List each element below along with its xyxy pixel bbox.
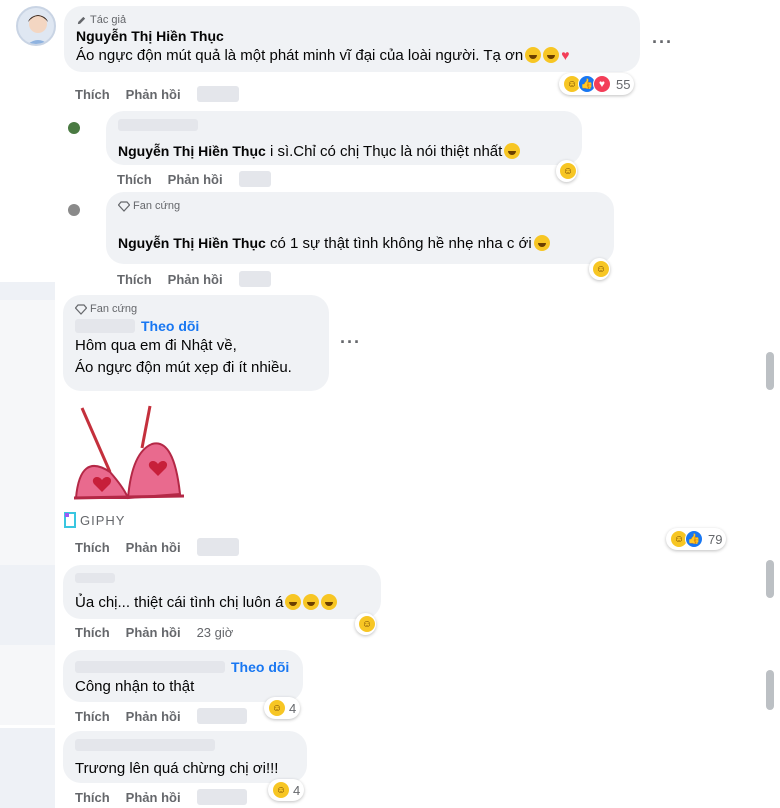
reaction-summary[interactable]: ☺ [556, 160, 577, 182]
sidebar-panel [0, 565, 55, 645]
timestamp-redacted [196, 86, 239, 102]
gif-image[interactable] [70, 402, 190, 506]
like-button[interactable]: Thích [117, 272, 152, 287]
more-icon[interactable]: ··· [652, 32, 673, 53]
name-redacted [118, 119, 198, 131]
reply-button[interactable]: Phản hồi [126, 625, 181, 640]
name-redacted [75, 573, 115, 583]
reaction-count: 79 [708, 531, 723, 547]
follow-button[interactable]: Theo dõi [231, 659, 289, 675]
like-button[interactable]: Thích [75, 540, 110, 555]
reaction-count: 55 [616, 76, 631, 92]
author-badge: Tác giả [76, 14, 628, 26]
comment-text-line: Áo ngực độn mút xẹp đi ít nhiều. [75, 359, 292, 376]
reaction-summary[interactable]: ☺ [355, 613, 376, 635]
smile-emoji [543, 47, 560, 63]
reaction-summary[interactable]: ☺ [589, 258, 610, 280]
giphy-icon [64, 512, 76, 528]
name-redacted [75, 661, 225, 673]
comment-text: Nguyễn Thị Hiền Thục có 1 sự thật tình k… [118, 232, 602, 255]
reply-button[interactable]: Phản hồi [168, 172, 223, 187]
giphy-label: GIPHY [80, 512, 126, 528]
reply-button[interactable]: Phản hồi [126, 87, 181, 102]
timestamp-redacted [238, 271, 271, 287]
avatar[interactable] [68, 122, 80, 134]
haha-icon: ☺ [268, 699, 286, 717]
comment-author[interactable]: Nguyễn Thị Hiền Thục [76, 28, 628, 44]
reaction-count: 4 [293, 782, 301, 798]
scrollbar-thumb[interactable] [766, 670, 774, 710]
haha-icon: ☺ [358, 615, 376, 633]
reaction-summary[interactable]: ☺ 👍 ♥ 55 [559, 73, 635, 95]
diamond-icon [118, 200, 130, 212]
rofl-emoji [504, 143, 521, 159]
badge-label: Fan cứng [90, 303, 138, 315]
avatar[interactable] [68, 204, 80, 216]
comment-bubble: Theo dõi Công nhận to thật [63, 650, 303, 702]
timestamp-redacted [196, 708, 247, 724]
reply-button[interactable]: Phản hồi [126, 540, 181, 555]
comment-text: Nguyễn Thị Hiền Thục i sì.Chỉ có chị Thụ… [118, 140, 570, 163]
reply-button[interactable]: Phản hồi [126, 790, 181, 805]
heart-eyes-emoji [525, 47, 542, 63]
reaction-summary[interactable]: ☺ 4 [264, 697, 301, 719]
timestamp-redacted [196, 538, 239, 556]
scrollbar-thumb[interactable] [766, 560, 774, 598]
like-button[interactable]: Thích [75, 790, 110, 805]
comment-bubble: Nguyễn Thị Hiền Thục i sì.Chỉ có chị Thụ… [106, 111, 582, 165]
comment-text: Ủa chị... thiệt cái tình chị luôn á [75, 592, 369, 614]
laugh-emoji [285, 594, 302, 610]
avatar-image [28, 15, 48, 44]
more-icon[interactable]: ··· [340, 332, 361, 353]
like-button[interactable]: Thích [75, 87, 110, 102]
fan-badge: Fan cứng [118, 200, 602, 212]
mentioned-author[interactable]: Nguyễn Thị Hiền Thục [118, 143, 266, 159]
comment-bubble: Fan cứng Theo dõi Hôm qua em đi Nhật về,… [63, 295, 329, 391]
name-redacted [75, 319, 135, 333]
sidebar-panel [0, 300, 55, 565]
comment-text-line: Hôm qua em đi Nhật về, [75, 337, 237, 354]
timestamp-redacted [238, 171, 271, 187]
heart-emoji: ♥ [561, 47, 570, 63]
haha-icon: ☺ [272, 781, 290, 799]
laugh-emoji [303, 594, 320, 610]
avatar[interactable] [16, 6, 56, 46]
reaction-summary[interactable]: ☺ 👍 79 [666, 528, 727, 550]
mentioned-author[interactable]: Nguyễn Thị Hiền Thục [118, 235, 266, 251]
like-icon: 👍 [685, 530, 703, 548]
comment-bubble: Fan cứng Nguyễn Thị Hiền Thục có 1 sự th… [106, 192, 614, 264]
haha-icon: ☺ [592, 260, 610, 278]
like-button[interactable]: Thích [75, 625, 110, 640]
comment-text: Áo ngực độn mút quả là một phát minh vĩ … [76, 47, 570, 64]
badge-label: Tác giả [90, 14, 127, 26]
giphy-attribution[interactable]: GIPHY [64, 512, 125, 528]
reply-button[interactable]: Phản hồi [168, 272, 223, 287]
like-button[interactable]: Thích [75, 709, 110, 724]
follow-button[interactable]: Theo dõi [141, 318, 199, 334]
reply-button[interactable]: Phản hồi [126, 709, 181, 724]
comment-timestamp[interactable]: 23 giờ [197, 625, 234, 640]
sidebar-panel [0, 282, 55, 300]
reaction-count: 4 [289, 700, 297, 716]
name-redacted [75, 739, 215, 751]
pencil-icon [77, 16, 86, 24]
love-icon: ♥ [593, 75, 611, 93]
comment-bubble: Tác giả Nguyễn Thị Hiền Thục Áo ngực độn… [64, 6, 640, 72]
diamond-icon [75, 303, 87, 315]
comment-text: Công nhận to thật [75, 678, 195, 695]
like-button[interactable]: Thích [117, 172, 152, 187]
comment-bubble: Ủa chị... thiệt cái tình chị luôn á [63, 565, 381, 619]
sidebar-panel [0, 645, 55, 725]
fan-badge: Fan cứng [75, 303, 317, 315]
badge-label: Fan cứng [133, 200, 181, 212]
reaction-summary[interactable]: ☺ 4 [268, 779, 305, 801]
scrollbar-thumb[interactable] [766, 352, 774, 390]
laugh-emoji [533, 235, 550, 251]
timestamp-redacted [196, 789, 247, 805]
comment-text: Trương lên quá chừng chị ơi!!! [75, 760, 279, 777]
haha-icon: ☺ [559, 162, 577, 180]
sidebar-panel [0, 728, 55, 808]
comment-bubble: Trương lên quá chừng chị ơi!!! [63, 731, 307, 783]
laugh-emoji [321, 594, 338, 610]
